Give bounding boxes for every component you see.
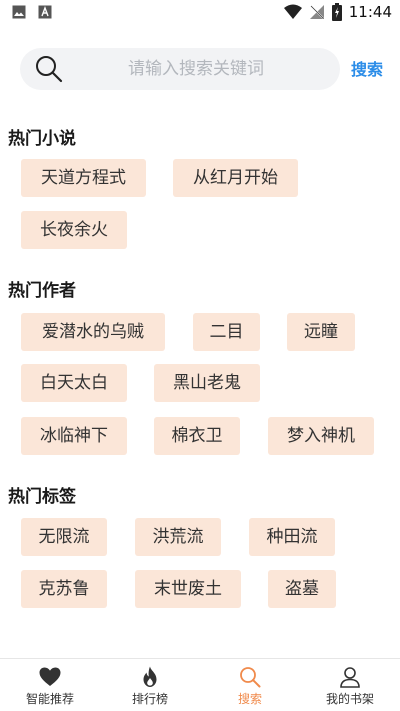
search-button[interactable]: 搜索 [351,56,383,80]
user-icon [340,667,360,688]
bottom-nav: 智能推荐 排行榜 搜索 我的书架 [0,658,400,711]
search-icon [36,56,63,83]
tag-label[interactable]: 洪荒流 [135,518,221,556]
nav-label-bookshelf: 我的书架 [325,692,374,706]
tag-label[interactable]: 种田流 [249,518,335,556]
wifi-icon [283,4,302,19]
tag-label[interactable]: 盗墓 [268,570,336,608]
nav-label-ranking: 排行榜 [131,692,168,706]
section-title-hot-novels: 热门小说 [8,129,76,149]
tag-author[interactable]: 远瞳 [287,313,355,351]
nav-item-search[interactable]: 搜索 [200,659,300,711]
status-time: 11:44 [348,3,392,21]
tag-novel[interactable]: 从红月开始 [173,159,298,197]
tag-author[interactable]: 爱潜水的乌贼 [21,313,165,351]
tag-author[interactable]: 白天太白 [21,364,127,402]
text-a-icon [38,5,52,19]
battery-charging-icon [331,3,342,21]
nav-item-ranking[interactable]: 排行榜 [100,659,200,711]
tag-author[interactable]: 梦入神机 [268,417,374,455]
section-title-hot-authors: 热门作者 [8,281,76,301]
flame-icon [143,666,157,687]
tag-novel[interactable]: 天道方程式 [21,159,146,197]
status-bar: 11:44 [0,0,400,26]
section-title-hot-labels: 热门标签 [8,487,76,507]
nav-item-recommend[interactable]: 智能推荐 [0,659,100,711]
tag-author[interactable]: 二目 [193,313,260,351]
search-icon [240,667,261,688]
tag-author[interactable]: 黑山老鬼 [154,364,260,402]
search-input[interactable] [120,48,330,90]
tag-author[interactable]: 棉衣卫 [154,417,240,455]
tag-label[interactable]: 克苏鲁 [21,570,107,608]
tag-novel[interactable]: 长夜余火 [21,211,127,249]
nav-item-bookshelf[interactable]: 我的书架 [300,659,400,711]
no-signal-icon [309,5,324,19]
tag-author[interactable]: 冰临神下 [21,417,127,455]
nav-label-recommend: 智能推荐 [25,692,74,706]
search-box[interactable] [20,48,340,90]
tag-label[interactable]: 末世废土 [135,570,241,608]
nav-label-search: 搜索 [237,692,262,706]
tag-label[interactable]: 无限流 [21,518,107,556]
heart-icon [39,667,61,686]
image-icon [12,5,26,19]
